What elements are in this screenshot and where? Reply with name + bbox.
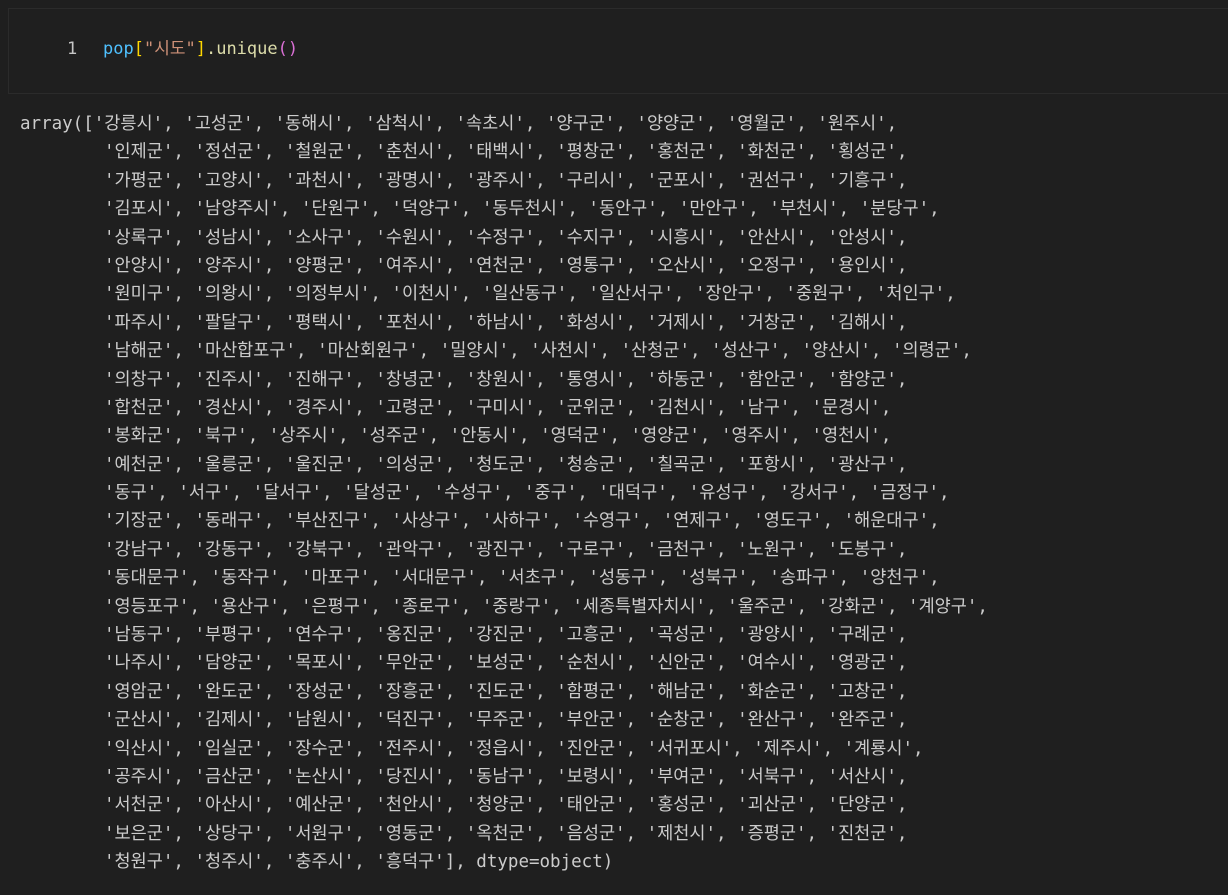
output-line: '익산시', '임실군', '장수군', '전주시', '정읍시', '진안군'… xyxy=(104,738,924,759)
output-line: '공주시', '금산군', '논산시', '당진시', '동남구', '보령시'… xyxy=(104,766,908,787)
cell-output: array(['강릉시', '고성군', '동해시', '삼척시', '속초시'… xyxy=(20,110,1228,895)
output-line: '안양시', '양주시', '양평군', '여주시', '연천군', '영통구'… xyxy=(104,255,908,276)
output-line: '합천군', '경산시', '경주시', '고령군', '구미시', '군위군'… xyxy=(104,397,892,418)
output-line: '동대문구', '동작구', '마포구', '서대문구', '서초구', '성동… xyxy=(104,568,940,589)
output-line: '강남구', '강동구', '강북구', '관악구', '광진구', '구로구'… xyxy=(104,539,908,560)
output-line: '예천군', '울릉군', '울진군', '의성군', '청도군', '청송군'… xyxy=(104,454,908,475)
output-line: '상록구', '성남시', '소사구', '수원시', '수정구', '수지구'… xyxy=(104,227,908,248)
code-cell-input[interactable]: 1 pop["시도"].unique() xyxy=(8,8,1228,94)
line-number: 1 xyxy=(67,39,78,59)
output-line: '동구', '서구', '달서구', '달성군', '수성구', '중구', '… xyxy=(104,483,950,504)
code-variable: pop xyxy=(103,39,134,59)
code-close-bracket: ] xyxy=(195,39,206,59)
output-line: '보은군', '상당구', '서원구', '영동군', '옥천군', '음성군'… xyxy=(104,823,908,844)
output-line: '남동구', '부평구', '연수구', '옹진군', '강진군', '고흥군'… xyxy=(104,625,908,646)
output-line: '파주시', '팔달구', '평택시', '포천시', '하남시', '화성시'… xyxy=(104,312,908,333)
output-line: '가평군', '고양시', '과천시', '광명시', '광주시', '구리시'… xyxy=(104,170,908,191)
output-line: array(['강릉시', '고성군', '동해시', '삼척시', '속초시'… xyxy=(20,114,898,134)
output-line: '김포시', '남양주시', '단원구', '덕양구', '동두천시', '동안… xyxy=(104,199,940,220)
output-line: '청원구', '청주시', '충주시', '흥덕구'], dtype=objec… xyxy=(104,852,614,873)
code-string: "시도" xyxy=(143,39,196,59)
output-line: '원미구', '의왕시', '의정부시', '이천시', '일산동구', '일산… xyxy=(104,284,956,305)
output-line: '군산시', '김제시', '남원시', '덕진구', '무주군', '부안군'… xyxy=(104,710,908,731)
output-line: '남해군', '마산합포구', '마산회원구', '밀양시', '사천시', '… xyxy=(104,341,972,362)
output-line: '영등포구', '용산구', '은평구', '종로구', '중랑구', '세종특… xyxy=(104,596,988,617)
code-open-paren: ( xyxy=(277,39,288,59)
code-close-paren: ) xyxy=(287,39,299,59)
code-method: .unique xyxy=(205,39,278,59)
output-line: '기장군', '동래구', '부산진구', '사상구', '사하구', '수영구… xyxy=(104,511,940,532)
output-line: '서천군', '아산시', '예산군', '천안시', '청양군', '태안군'… xyxy=(104,795,908,816)
output-line: '나주시', '담양군', '목포시', '무안군', '보성군', '순천시'… xyxy=(104,653,908,674)
code-line[interactable]: pop["시도"].unique() xyxy=(103,39,298,59)
output-line: '인제군', '정선군', '철원군', '춘천시', '태백시', '평창군'… xyxy=(104,142,908,163)
output-line: '봉화군', '북구', '상주시', '성주군', '안동시', '영덕군',… xyxy=(104,426,892,447)
output-line: '영암군', '완도군', '장성군', '장흥군', '진도군', '함평군'… xyxy=(104,681,908,702)
output-line: '의창구', '진주시', '진해구', '창녕군', '창원시', '통영시'… xyxy=(104,369,908,390)
code-open-bracket: [ xyxy=(133,39,144,59)
